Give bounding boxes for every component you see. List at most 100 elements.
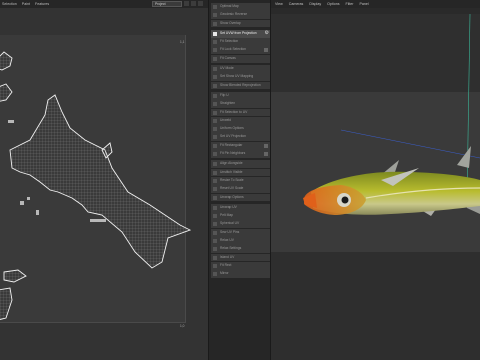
tool-icon xyxy=(213,13,217,18)
tool-icon xyxy=(213,214,217,219)
tool-item-label: Show Overlap xyxy=(220,20,241,25)
tool-item[interactable]: Relax Settings xyxy=(211,245,270,254)
tool-icon xyxy=(213,5,217,9)
tool-item-label: Unwrap Options xyxy=(220,194,244,199)
options-icon[interactable] xyxy=(264,152,268,157)
tool-item-label: Fit Rectangular xyxy=(220,142,243,147)
axis-x-line xyxy=(340,129,480,159)
tool-item[interactable]: Flip U xyxy=(211,91,270,100)
tool-icon xyxy=(213,222,217,227)
tool-item[interactable]: Geodesic Reverse xyxy=(211,11,270,20)
tool-item[interactable]: Straighten xyxy=(211,100,270,109)
tool-item[interactable]: Fit Lock Selection xyxy=(211,46,270,55)
tool-item[interactable]: Show Blended Reprojection xyxy=(211,81,270,90)
tool-item-label: Fit Selection xyxy=(220,39,239,44)
tool-icon xyxy=(213,255,217,260)
tool-icon xyxy=(213,118,217,123)
tool-item[interactable]: Resize To Scale xyxy=(211,176,270,185)
tool-icon xyxy=(213,75,217,80)
tool-item[interactable]: Fit Rect xyxy=(211,261,270,270)
fish-dorsal-fin-back xyxy=(457,146,471,168)
tool-item[interactable]: Fit Selection xyxy=(211,38,270,46)
tool-item[interactable]: Set Show UV Mapping xyxy=(211,73,270,82)
tool-item-label: Set UVW from Projection xyxy=(220,30,257,35)
tool-item[interactable]: Island UV xyxy=(211,253,270,262)
tool-item-label: Straighten xyxy=(220,101,236,106)
tool-item-label: Show Blended Reprojection xyxy=(220,82,261,87)
tool-item[interactable]: Align Alongside xyxy=(211,160,270,169)
tool-icon xyxy=(213,110,217,115)
app-window: Selection Paint Features Project 1,1 1,0 xyxy=(0,0,480,360)
tool-item[interactable]: Fit Selection to UV xyxy=(211,108,270,117)
tool-item[interactable]: Spherical UV xyxy=(211,220,270,229)
tool-item-label: Optimal Map xyxy=(220,4,239,8)
tool-item[interactable]: Unstitch Visible xyxy=(211,168,270,177)
tool-item[interactable]: Fit Rectangular xyxy=(211,141,270,150)
tool-item[interactable]: Optimal Map xyxy=(211,3,270,11)
tool-item[interactable]: Unwrap UV xyxy=(211,203,270,212)
tool-item-label: Fit Rect xyxy=(220,262,232,267)
tool-item[interactable]: Set UVW from Projection ⚙ xyxy=(211,29,270,38)
tool-icon xyxy=(213,272,217,277)
uv-islands[interactable] xyxy=(0,0,208,360)
tool-icon xyxy=(213,102,217,107)
tool-icon xyxy=(213,247,217,252)
tool-item-label: Reset UV Scale xyxy=(220,186,244,191)
tool-icon xyxy=(213,195,217,200)
fish-pupil xyxy=(341,196,349,204)
tool-icon xyxy=(213,162,217,167)
options-icon[interactable] xyxy=(264,143,268,148)
uv-island-fin-upper xyxy=(0,83,13,102)
tool-icon xyxy=(213,187,217,192)
tool-icon xyxy=(213,205,217,210)
tool-item[interactable]: Relax UV xyxy=(211,237,270,245)
tool-item[interactable]: Mirror xyxy=(211,270,270,278)
tool-item-label: Relax Settings xyxy=(220,246,242,251)
uv-island-body xyxy=(9,94,192,269)
uv-island-fin-bottom xyxy=(0,287,13,320)
tool-item[interactable]: Set UV Projection xyxy=(211,133,270,142)
tool-item-label: Unstitch Visible xyxy=(220,169,243,174)
tool-item[interactable]: Fit Pin Neighbors xyxy=(211,150,270,158)
tool-icon xyxy=(213,31,217,36)
tool-icon xyxy=(213,127,217,132)
tool-icon xyxy=(213,48,217,53)
tool-item[interactable]: Reset UV Scale xyxy=(211,185,270,194)
tool-item-label: Geodesic Reverse xyxy=(220,12,248,17)
tool-item[interactable]: Fit Canvas xyxy=(211,54,270,63)
tool-icon xyxy=(213,143,217,148)
tool-item-label: Sew UV Pins xyxy=(220,229,240,234)
options-icon[interactable] xyxy=(264,48,268,53)
tool-item-label: Island UV xyxy=(220,254,235,259)
tool-icon xyxy=(213,152,217,157)
tool-icon xyxy=(213,67,217,72)
uv-tools-list: Optimal Map Geodesic Reverse Show Overlap S… xyxy=(211,3,270,279)
tool-item-label: Resize To Scale xyxy=(220,177,244,182)
gear-icon[interactable]: ⚙ xyxy=(265,30,269,36)
fish-lip xyxy=(303,193,317,208)
tool-item[interactable]: Pelt Map xyxy=(211,212,270,220)
tool-item-label: Set Show UV Mapping xyxy=(220,74,254,79)
tool-item-label: Fit Selection to UV xyxy=(220,109,248,114)
tool-icon xyxy=(213,239,217,244)
tool-item-label: Unweld xyxy=(220,117,231,122)
tool-item[interactable]: Sew UV Pins xyxy=(211,228,270,237)
tool-icon xyxy=(213,230,217,235)
tool-item[interactable]: Show Overlap xyxy=(211,19,270,28)
tool-icon xyxy=(213,263,217,268)
tool-item-label: Set UV Projection xyxy=(220,134,247,139)
tool-icon xyxy=(213,178,217,183)
tool-item-label: Spherical UV xyxy=(220,221,240,226)
tool-item[interactable]: UV Mode xyxy=(211,65,270,73)
tool-icon xyxy=(213,135,217,140)
tool-item-label: Pelt Map xyxy=(220,213,234,218)
tool-item[interactable]: Unweld xyxy=(211,116,270,125)
tool-icon xyxy=(213,21,217,26)
fish-model[interactable] xyxy=(271,0,480,360)
tool-item[interactable]: Unwrap Options xyxy=(211,193,270,202)
tool-item-label: Flip U xyxy=(220,92,229,97)
uv-island-fin-top xyxy=(0,51,13,71)
tool-icon xyxy=(213,40,217,45)
3d-viewport[interactable]: View Cameras Display Options Filter Pane… xyxy=(271,0,480,360)
tool-item[interactable]: Uniform Options xyxy=(211,125,270,133)
